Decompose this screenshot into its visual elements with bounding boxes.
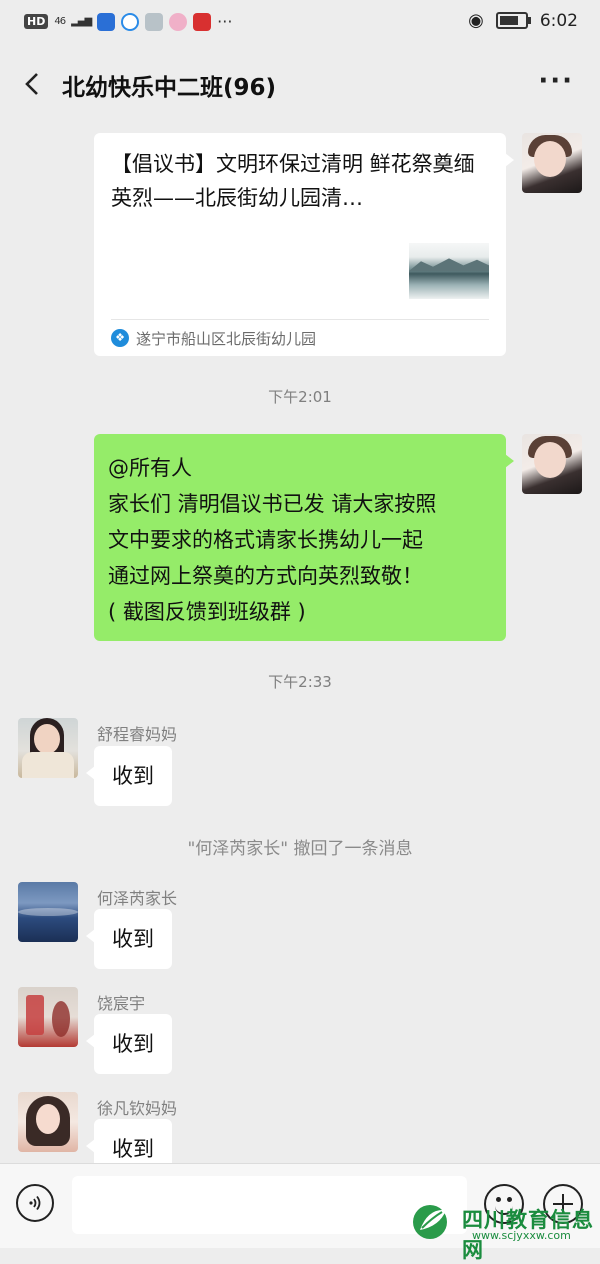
article-link-card[interactable]: 【倡议书】文明环保过清明 鲜花祭奠缅英烈——北辰街幼儿园清… ❖ 遂宁市船山区北… [94, 133, 514, 356]
status-left: HD 46 ▂▄▆ ··· [24, 12, 232, 31]
sender-name: 何泽芮家长 [97, 889, 178, 908]
recall-notice: "何泽芮家长" 撤回了一条消息 [187, 839, 413, 859]
incoming-message-text: 收到 [112, 764, 154, 788]
more-notifications-icon: ··· [217, 12, 233, 31]
status-bar: HD 46 ▂▄▆ ··· ◉ 6:02 [0, 0, 600, 48]
sender-avatar[interactable] [18, 718, 78, 778]
app-notification-icon [145, 12, 164, 31]
my-message-text: @所有人 家长们 清明倡议书已发 请大家按照 文中要求的格式请家长携幼儿一起 通… [108, 450, 500, 630]
official-account-icon: ❖ [111, 329, 129, 347]
app-notification-icon [121, 12, 140, 31]
hd-indicator: HD [24, 14, 49, 29]
more-options-icon[interactable]: ··· [538, 66, 574, 96]
article-title: 【倡议书】文明环保过清明 鲜花祭奠缅英烈——北辰街幼儿园清… [111, 152, 475, 210]
timestamp: 下午2:01 [268, 388, 332, 406]
signal-icon: 46 [54, 16, 66, 27]
back-arrow-icon[interactable] [20, 66, 44, 102]
sender-name: 徐凡钦妈妈 [97, 1099, 178, 1118]
message-line: ( 截图反馈到班级群 ) [108, 600, 306, 624]
signal-bars-icon: ▂▄▆ [71, 16, 92, 27]
my-avatar[interactable] [522, 434, 582, 494]
incoming-message-text: 收到 [112, 927, 154, 951]
clock: 6:02 [539, 10, 578, 31]
article-source: 遂宁市船山区北辰街幼儿园 [136, 330, 317, 348]
eye-comfort-icon: ◉ [468, 10, 484, 31]
chat-header: 北幼快乐中二班(96) ··· [0, 52, 600, 116]
incoming-message-bubble[interactable]: 收到 [86, 746, 172, 806]
timestamp: 下午2:33 [268, 673, 332, 691]
sender-avatar[interactable] [18, 987, 78, 1047]
message-line: 文中要求的格式请家长携幼儿一起 [108, 528, 423, 552]
watermark-logo-icon [413, 1205, 447, 1239]
incoming-message-bubble[interactable]: 收到 [86, 1014, 172, 1074]
article-thumbnail [409, 243, 489, 299]
sender-name: 饶宸宇 [97, 994, 146, 1013]
battery-icon [495, 12, 531, 29]
chat-title: 北幼快乐中二班(96) [62, 75, 277, 101]
message-input[interactable] [72, 1176, 467, 1234]
sender-avatar[interactable] [18, 882, 78, 942]
app-notification-icon [193, 12, 212, 31]
message-line: @所有人 [108, 456, 192, 480]
my-message-bubble[interactable]: @所有人 家长们 清明倡议书已发 请大家按照 文中要求的格式请家长携幼儿一起 通… [94, 434, 514, 641]
app-notification-icon [169, 12, 188, 31]
my-avatar[interactable] [522, 133, 582, 193]
voice-input-icon[interactable] [16, 1184, 54, 1222]
status-right: ◉ 6:02 [468, 10, 578, 31]
sender-name: 舒程睿妈妈 [97, 725, 178, 744]
incoming-message-bubble[interactable]: 收到 [86, 909, 172, 969]
site-watermark: 四川教育信息网 www.scjyxxw.com [410, 1196, 600, 1262]
sender-avatar[interactable] [18, 1092, 78, 1152]
card-divider [111, 319, 489, 320]
message-line: 家长们 清明倡议书已发 请大家按照 [108, 492, 437, 516]
watermark-url: www.scjyxxw.com [472, 1229, 571, 1242]
message-line: 通过网上祭奠的方式向英烈致敬！ [108, 564, 423, 588]
app-notification-icon [97, 12, 116, 31]
incoming-message-text: 收到 [112, 1032, 154, 1056]
